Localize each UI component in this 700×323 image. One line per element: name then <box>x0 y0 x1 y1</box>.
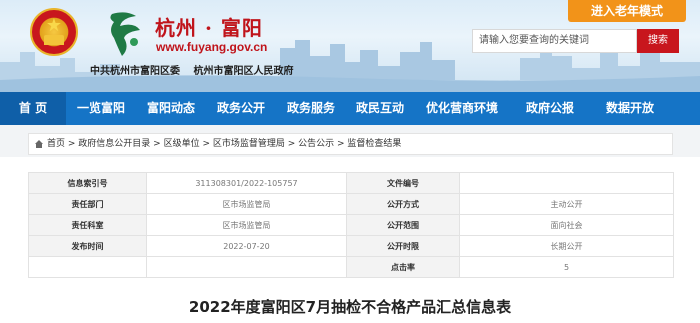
info-label: 责任科室 <box>28 214 147 236</box>
breadcrumb-separator: > <box>334 139 348 149</box>
table-row: 发布时间 2022-07-20 公开时限 长期公开 <box>28 235 674 257</box>
search-button[interactable]: 搜索 <box>637 29 679 53</box>
info-label: 公开时限 <box>346 235 460 257</box>
home-icon <box>35 139 43 148</box>
nav-item-interaction[interactable]: 政民互动 <box>346 92 414 125</box>
page: ★ 杭州 · 富阳 www.fuyang.gov.cn 中共杭州市富阳区委 杭州… <box>0 0 700 323</box>
main-nav: 首 页 一览富阳 富阳动态 政务公开 政务服务 政民互动 优化营商环境 政府公报… <box>0 92 700 125</box>
nav-item-business-environment[interactable]: 优化营商环境 <box>414 92 510 125</box>
document-title: 2022年度富阳区7月抽检不合格产品汇总信息表 <box>188 298 512 316</box>
nav-item-news[interactable]: 富阳动态 <box>136 92 206 125</box>
info-value: 区市场监管局 <box>146 214 347 236</box>
nav-item-gov-services[interactable]: 政务服务 <box>276 92 346 125</box>
site-header: ★ 杭州 · 富阳 www.fuyang.gov.cn 中共杭州市富阳区委 杭州… <box>0 0 700 92</box>
fuyang-logo-icon <box>110 12 140 56</box>
info-empty-cell <box>146 256 347 278</box>
nav-item-home[interactable]: 首 页 <box>0 92 66 125</box>
elder-mode-button[interactable]: 进入老年模式 <box>568 0 686 22</box>
party-committee-name: 中共杭州市富阳区委 <box>90 66 180 77</box>
info-value: 2022-07-20 <box>146 235 347 257</box>
site-url: www.fuyang.gov.cn <box>156 40 268 54</box>
info-label: 公开范围 <box>346 214 460 236</box>
info-value: 311308301/2022-105757 <box>146 172 347 194</box>
info-value: 面向社会 <box>459 214 674 236</box>
breadcrumb-separator: > <box>199 139 213 149</box>
info-value: 5 <box>459 256 674 278</box>
nav-item-gov-affairs[interactable]: 政务公开 <box>206 92 276 125</box>
info-table: 信息索引号 311308301/2022-105757 文件编号 责任部门 区市… <box>28 172 674 278</box>
info-label: 公开方式 <box>346 193 460 215</box>
table-row: 信息索引号 311308301/2022-105757 文件编号 <box>28 172 674 194</box>
info-value: 长期公开 <box>459 235 674 257</box>
table-row: 责任科室 区市场监管局 公开范围 面向社会 <box>28 214 674 236</box>
nav-item-open-data[interactable]: 数据开放 <box>590 92 670 125</box>
info-label: 发布时间 <box>28 235 147 257</box>
info-label: 点击率 <box>346 256 460 278</box>
breadcrumb-item-catalog[interactable]: 政府信息公开目录 <box>78 139 150 149</box>
breadcrumb-item-announcements[interactable]: 公告公示 <box>298 139 334 149</box>
breadcrumb-item-market-bureau[interactable]: 区市场监督管理局 <box>213 139 285 149</box>
breadcrumb-separator: > <box>65 139 79 149</box>
info-label: 文件编号 <box>346 172 460 194</box>
info-value: 区市场监管局 <box>146 193 347 215</box>
government-name: 杭州市富阳区人民政府 <box>193 66 294 77</box>
info-label: 责任部门 <box>28 193 147 215</box>
table-row: 点击率 5 <box>28 256 674 278</box>
breadcrumb-separator: > <box>284 139 299 149</box>
info-value: 主动公开 <box>459 193 674 215</box>
breadcrumb: 首页 > 政府信息公开目录 > 区级单位 > 区市场监督管理局 > 公告公示 >… <box>28 133 673 155</box>
site-title[interactable]: 杭州 · 富阳 <box>155 12 263 41</box>
info-value <box>459 172 674 194</box>
breadcrumb-item-inspection-results[interactable]: 监督检查结果 <box>347 139 401 149</box>
org-names: 中共杭州市富阳区委 杭州市富阳区人民政府 <box>90 62 303 77</box>
breadcrumb-separator: > <box>150 139 164 149</box>
breadcrumb-item-home[interactable]: 首页 <box>47 139 65 149</box>
info-label: 信息索引号 <box>28 172 147 194</box>
nav-item-gazette[interactable]: 政府公报 <box>510 92 590 125</box>
search-input[interactable]: 请输入您要查询的关键词 <box>472 29 637 53</box>
nav-item-overview[interactable]: 一览富阳 <box>66 92 136 125</box>
national-emblem-icon: ★ <box>30 8 78 56</box>
info-empty-cell <box>28 256 147 278</box>
breadcrumb-item-district-units[interactable]: 区级单位 <box>164 139 200 149</box>
table-row: 责任部门 区市场监管局 公开方式 主动公开 <box>28 193 674 215</box>
